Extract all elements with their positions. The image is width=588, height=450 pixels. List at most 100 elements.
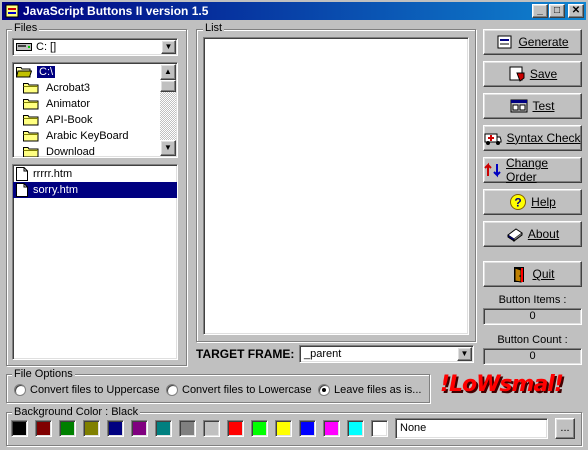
background-image-value: None [400, 422, 427, 434]
generate-label: Generate [518, 35, 569, 49]
brand-logo: !LoWsmal! [440, 372, 564, 397]
save-button[interactable]: Save [483, 61, 582, 87]
color-swatch[interactable] [35, 420, 52, 437]
folder-icon [23, 98, 44, 110]
scroll-thumb[interactable] [160, 80, 176, 92]
maximize-button[interactable]: □ [549, 4, 565, 18]
close-button[interactable]: ✕ [568, 4, 584, 18]
title-bar: JavaScript Buttons II version 1.5 _ □ ✕ [2, 2, 586, 20]
color-swatch[interactable] [275, 420, 292, 437]
color-swatch[interactable] [323, 420, 340, 437]
color-swatch[interactable] [347, 420, 364, 437]
target-frame-select[interactable]: _parent ▼ [299, 345, 474, 363]
file-item[interactable]: sorry.htm [13, 182, 177, 198]
file-icon [16, 183, 33, 198]
folder-scrollbar[interactable]: ▲ ▼ [160, 64, 176, 156]
list-group-label: List [203, 22, 225, 34]
generate-button[interactable]: Generate [483, 29, 582, 55]
button-count-label: Button Count : [497, 334, 568, 346]
folder-item[interactable]: Acrobat3 [13, 80, 159, 96]
folder-item[interactable]: C:\ [13, 64, 159, 80]
color-swatch[interactable] [107, 420, 124, 437]
target-frame-label: TARGET FRAME: [196, 347, 295, 361]
color-swatch[interactable] [131, 420, 148, 437]
about-label: About [527, 227, 560, 241]
folder-list[interactable]: C:\ Acrobat3 Animator API-Book Arabic KeyBoa… [12, 62, 178, 158]
option-uppercase-label: Convert files to Uppercase [30, 384, 160, 396]
folder-label: Arabic KeyBoard [46, 130, 129, 142]
color-swatch[interactable] [203, 420, 220, 437]
color-swatch[interactable] [371, 420, 388, 437]
button-items-label: Button Items : [498, 294, 567, 306]
scroll-down-icon[interactable]: ▼ [160, 140, 176, 156]
file-item[interactable]: rrrrr.htm [13, 166, 177, 182]
change-order-label: Change Order [506, 156, 549, 184]
book-icon [506, 225, 524, 243]
chevron-down-icon[interactable]: ▼ [457, 347, 472, 361]
option-uppercase[interactable]: Convert files to Uppercase [14, 384, 160, 397]
color-swatch[interactable] [299, 420, 316, 437]
radio-lowercase[interactable] [166, 384, 178, 397]
syntax-check-label: Syntax Check [506, 131, 581, 145]
radio-uppercase[interactable] [14, 384, 26, 397]
change-order-button[interactable]: Change Order [483, 156, 582, 184]
folder-icon [23, 114, 44, 126]
test-button[interactable]: Test [483, 93, 582, 119]
generate-icon [496, 33, 514, 51]
about-button[interactable]: About [483, 221, 582, 247]
button-items-value: 0 [483, 308, 582, 325]
color-swatch[interactable] [251, 420, 268, 437]
folder-item[interactable]: Arabic KeyBoard [13, 128, 159, 144]
file-options-label: File Options [12, 368, 75, 380]
folder-item[interactable]: Animator [13, 96, 159, 112]
button-list[interactable] [203, 37, 469, 335]
save-label: Save [529, 67, 558, 81]
ambulance-icon [484, 129, 502, 147]
target-frame-value: _parent [304, 348, 342, 360]
folder-label: API-Book [46, 114, 93, 126]
scroll-up-icon[interactable]: ▲ [160, 64, 176, 80]
color-swatch[interactable] [11, 420, 28, 437]
door-exit-icon [510, 265, 528, 283]
file-label: sorry.htm [33, 184, 79, 196]
folder-item[interactable]: API-Book [13, 112, 159, 128]
svg-text:?: ? [514, 196, 521, 210]
folder-label: Animator [46, 98, 91, 110]
color-swatch[interactable] [179, 420, 196, 437]
drive-value: C: [] [36, 41, 57, 53]
test-icon [510, 97, 528, 115]
minimize-button[interactable]: _ [532, 4, 548, 18]
help-button[interactable]: ? Help [483, 189, 582, 215]
browse-button[interactable]: ... [555, 418, 575, 439]
radio-leave[interactable] [318, 384, 330, 397]
folder-label: Download [46, 146, 95, 158]
drive-select[interactable]: C: [] ▼ [12, 38, 178, 56]
chevron-down-icon[interactable]: ▼ [161, 40, 176, 54]
folder-icon [23, 130, 44, 142]
option-lowercase[interactable]: Convert files to Lowercase [166, 384, 312, 397]
quit-button[interactable]: Quit [483, 261, 582, 287]
background-color-label: Background Color : Black [12, 406, 141, 418]
syntax-check-button[interactable]: Syntax Check [483, 125, 582, 151]
folder-item[interactable]: Download [13, 144, 159, 158]
window-title: JavaScript Buttons II version 1.5 [23, 4, 209, 18]
files-group-label: Files [12, 22, 40, 34]
test-label: Test [532, 99, 555, 113]
option-leave[interactable]: Leave files as is... [318, 384, 421, 397]
drive-icon [16, 42, 32, 52]
color-swatch[interactable] [155, 420, 172, 437]
color-swatch[interactable] [83, 420, 100, 437]
background-image-field[interactable]: None [395, 418, 548, 439]
option-lowercase-label: Convert files to Lowercase [182, 384, 312, 396]
folder-icon [23, 146, 44, 157]
save-icon [508, 65, 526, 83]
folder-label: C:\ [37, 66, 56, 78]
color-swatch[interactable] [227, 420, 244, 437]
file-list[interactable]: rrrrr.htm sorry.htm [12, 164, 178, 360]
folder-label: Acrobat3 [46, 82, 91, 94]
help-label: Help [531, 195, 556, 209]
quit-label: Quit [532, 267, 555, 281]
swap-arrows-icon [484, 161, 502, 179]
file-icon [16, 167, 33, 182]
color-swatch[interactable] [59, 420, 76, 437]
